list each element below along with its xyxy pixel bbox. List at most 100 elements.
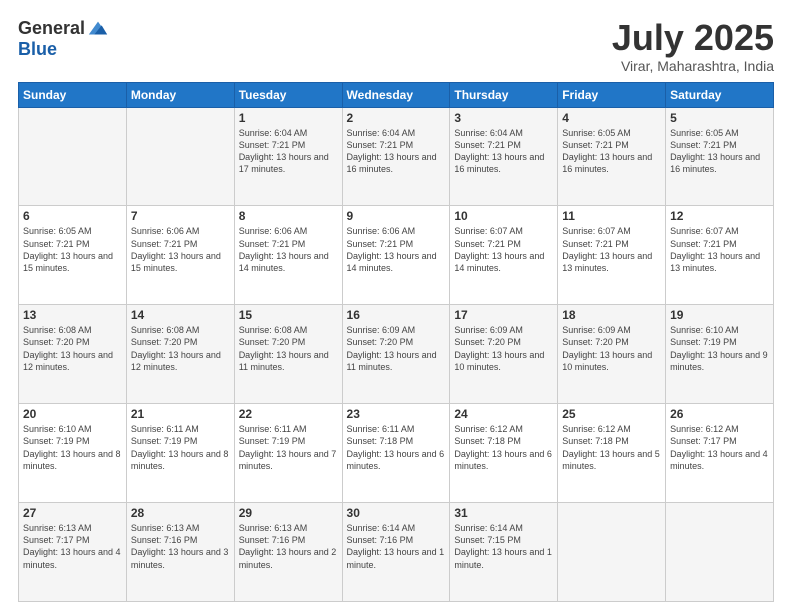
calendar-week-row: 1 Sunrise: 6:04 AMSunset: 7:21 PMDaylight… — [19, 107, 774, 206]
day-number: 8 — [239, 209, 338, 223]
day-number: 20 — [23, 407, 122, 421]
day-number: 9 — [347, 209, 446, 223]
day-info: Sunrise: 6:13 AMSunset: 7:17 PMDaylight:… — [23, 522, 122, 571]
day-number: 6 — [23, 209, 122, 223]
day-number: 27 — [23, 506, 122, 520]
day-info: Sunrise: 6:11 AMSunset: 7:18 PMDaylight:… — [347, 423, 446, 472]
day-info: Sunrise: 6:12 AMSunset: 7:18 PMDaylight:… — [562, 423, 661, 472]
day-number: 4 — [562, 111, 661, 125]
calendar-day-cell: 31 Sunrise: 6:14 AMSunset: 7:15 PMDayligh… — [450, 503, 558, 602]
calendar-weekday-header: Tuesday — [234, 82, 342, 107]
location-text: Virar, Maharashtra, India — [612, 58, 774, 74]
calendar-day-cell: 28 Sunrise: 6:13 AMSunset: 7:16 PMDayligh… — [126, 503, 234, 602]
day-info: Sunrise: 6:14 AMSunset: 7:15 PMDaylight:… — [454, 522, 553, 571]
calendar-week-row: 20 Sunrise: 6:10 AMSunset: 7:19 PMDayligh… — [19, 404, 774, 503]
day-number: 30 — [347, 506, 446, 520]
day-info: Sunrise: 6:12 AMSunset: 7:17 PMDaylight:… — [670, 423, 769, 472]
calendar-day-cell: 12 Sunrise: 6:07 AMSunset: 7:21 PMDayligh… — [666, 206, 774, 305]
calendar-day-cell: 15 Sunrise: 6:08 AMSunset: 7:20 PMDayligh… — [234, 305, 342, 404]
calendar-weekday-header: Saturday — [666, 82, 774, 107]
day-info: Sunrise: 6:04 AMSunset: 7:21 PMDaylight:… — [239, 127, 338, 176]
calendar-day-cell: 26 Sunrise: 6:12 AMSunset: 7:17 PMDayligh… — [666, 404, 774, 503]
calendar-day-cell: 14Sunrise: 6:08 AMSunset: 7:20 PMDayligh… — [126, 305, 234, 404]
calendar-day-cell: 27 Sunrise: 6:13 AMSunset: 7:17 PMDayligh… — [19, 503, 127, 602]
calendar-day-cell: 2 Sunrise: 6:04 AMSunset: 7:21 PMDaylight… — [342, 107, 450, 206]
calendar-day-cell: 3Sunrise: 6:04 AMSunset: 7:21 PMDaylight… — [450, 107, 558, 206]
calendar-day-cell: 5 Sunrise: 6:05 AMSunset: 7:21 PMDaylight… — [666, 107, 774, 206]
day-info: Sunrise: 6:06 AMSunset: 7:21 PMDaylight:… — [239, 225, 338, 274]
calendar-week-row: 27 Sunrise: 6:13 AMSunset: 7:17 PMDayligh… — [19, 503, 774, 602]
day-info: Sunrise: 6:06 AMSunset: 7:21 PMDaylight:… — [131, 225, 230, 274]
day-number: 29 — [239, 506, 338, 520]
day-info: Sunrise: 6:06 AMSunset: 7:21 PMDaylight:… — [347, 225, 446, 274]
calendar-day-cell — [126, 107, 234, 206]
day-info: Sunrise: 6:11 AMSunset: 7:19 PMDaylight:… — [131, 423, 230, 472]
calendar-day-cell — [558, 503, 666, 602]
logo-general-text: General — [18, 19, 85, 39]
day-info: Sunrise: 6:04 AMSunset: 7:21 PMDaylight:… — [454, 127, 553, 176]
day-number: 10 — [454, 209, 553, 223]
day-number: 5 — [670, 111, 769, 125]
day-number: 26 — [670, 407, 769, 421]
day-number: 14 — [131, 308, 230, 322]
calendar-weekday-header: Sunday — [19, 82, 127, 107]
day-number: 18 — [562, 308, 661, 322]
day-info: Sunrise: 6:14 AMSunset: 7:16 PMDaylight:… — [347, 522, 446, 571]
calendar-header-row: SundayMondayTuesdayWednesdayThursdayFrid… — [19, 82, 774, 107]
day-info: Sunrise: 6:10 AMSunset: 7:19 PMDaylight:… — [23, 423, 122, 472]
day-number: 24 — [454, 407, 553, 421]
calendar-day-cell: 20 Sunrise: 6:10 AMSunset: 7:19 PMDayligh… — [19, 404, 127, 503]
day-info: Sunrise: 6:09 AMSunset: 7:20 PMDaylight:… — [454, 324, 553, 373]
day-number: 2 — [347, 111, 446, 125]
calendar-day-cell: 9 Sunrise: 6:06 AMSunset: 7:21 PMDaylight… — [342, 206, 450, 305]
day-number: 7 — [131, 209, 230, 223]
day-info: Sunrise: 6:05 AMSunset: 7:21 PMDaylight:… — [670, 127, 769, 176]
calendar-day-cell: 10 Sunrise: 6:07 AMSunset: 7:21 PMDayligh… — [450, 206, 558, 305]
day-info: Sunrise: 6:10 AMSunset: 7:19 PMDaylight:… — [670, 324, 769, 373]
calendar-day-cell: 22 Sunrise: 6:11 AMSunset: 7:19 PMDayligh… — [234, 404, 342, 503]
day-info: Sunrise: 6:12 AMSunset: 7:18 PMDaylight:… — [454, 423, 553, 472]
day-number: 21 — [131, 407, 230, 421]
day-number: 31 — [454, 506, 553, 520]
day-info: Sunrise: 6:11 AMSunset: 7:19 PMDaylight:… — [239, 423, 338, 472]
calendar-day-cell: 21 Sunrise: 6:11 AMSunset: 7:19 PMDayligh… — [126, 404, 234, 503]
calendar-weekday-header: Monday — [126, 82, 234, 107]
logo-icon — [87, 18, 109, 40]
calendar-day-cell — [666, 503, 774, 602]
day-number: 28 — [131, 506, 230, 520]
calendar-day-cell: 23 Sunrise: 6:11 AMSunset: 7:18 PMDayligh… — [342, 404, 450, 503]
calendar-day-cell: 24 Sunrise: 6:12 AMSunset: 7:18 PMDayligh… — [450, 404, 558, 503]
day-info: Sunrise: 6:05 AMSunset: 7:21 PMDaylight:… — [23, 225, 122, 274]
day-number: 15 — [239, 308, 338, 322]
day-info: Sunrise: 6:13 AMSunset: 7:16 PMDaylight:… — [131, 522, 230, 571]
day-number: 22 — [239, 407, 338, 421]
calendar-day-cell: 6 Sunrise: 6:05 AMSunset: 7:21 PMDaylight… — [19, 206, 127, 305]
day-number: 16 — [347, 308, 446, 322]
calendar-week-row: 6 Sunrise: 6:05 AMSunset: 7:21 PMDaylight… — [19, 206, 774, 305]
header: General Blue July 2025 Virar, Maharashtr… — [18, 18, 774, 74]
day-info: Sunrise: 6:05 AMSunset: 7:21 PMDaylight:… — [562, 127, 661, 176]
day-number: 1 — [239, 111, 338, 125]
day-info: Sunrise: 6:13 AMSunset: 7:16 PMDaylight:… — [239, 522, 338, 571]
day-number: 13 — [23, 308, 122, 322]
day-number: 12 — [670, 209, 769, 223]
calendar-day-cell: 30 Sunrise: 6:14 AMSunset: 7:16 PMDayligh… — [342, 503, 450, 602]
calendar-day-cell: 11Sunrise: 6:07 AMSunset: 7:21 PMDayligh… — [558, 206, 666, 305]
calendar-day-cell: 29 Sunrise: 6:13 AMSunset: 7:16 PMDayligh… — [234, 503, 342, 602]
day-info: Sunrise: 6:04 AMSunset: 7:21 PMDaylight:… — [347, 127, 446, 176]
calendar-day-cell: 19 Sunrise: 6:10 AMSunset: 7:19 PMDayligh… — [666, 305, 774, 404]
calendar-day-cell: 17Sunrise: 6:09 AMSunset: 7:20 PMDayligh… — [450, 305, 558, 404]
day-info: Sunrise: 6:07 AMSunset: 7:21 PMDaylight:… — [454, 225, 553, 274]
calendar-weekday-header: Thursday — [450, 82, 558, 107]
day-info: Sunrise: 6:08 AMSunset: 7:20 PMDaylight:… — [239, 324, 338, 373]
day-info: Sunrise: 6:09 AMSunset: 7:20 PMDaylight:… — [562, 324, 661, 373]
calendar-day-cell: 25Sunrise: 6:12 AMSunset: 7:18 PMDayligh… — [558, 404, 666, 503]
calendar-week-row: 13 Sunrise: 6:08 AMSunset: 7:20 PMDayligh… — [19, 305, 774, 404]
day-number: 19 — [670, 308, 769, 322]
calendar-day-cell: 16Sunrise: 6:09 AMSunset: 7:20 PMDayligh… — [342, 305, 450, 404]
logo-blue-text: Blue — [18, 40, 109, 60]
day-number: 23 — [347, 407, 446, 421]
day-info: Sunrise: 6:08 AMSunset: 7:20 PMDaylight:… — [23, 324, 122, 373]
title-section: July 2025 Virar, Maharashtra, India — [612, 18, 774, 74]
day-info: Sunrise: 6:07 AMSunset: 7:21 PMDaylight:… — [670, 225, 769, 274]
